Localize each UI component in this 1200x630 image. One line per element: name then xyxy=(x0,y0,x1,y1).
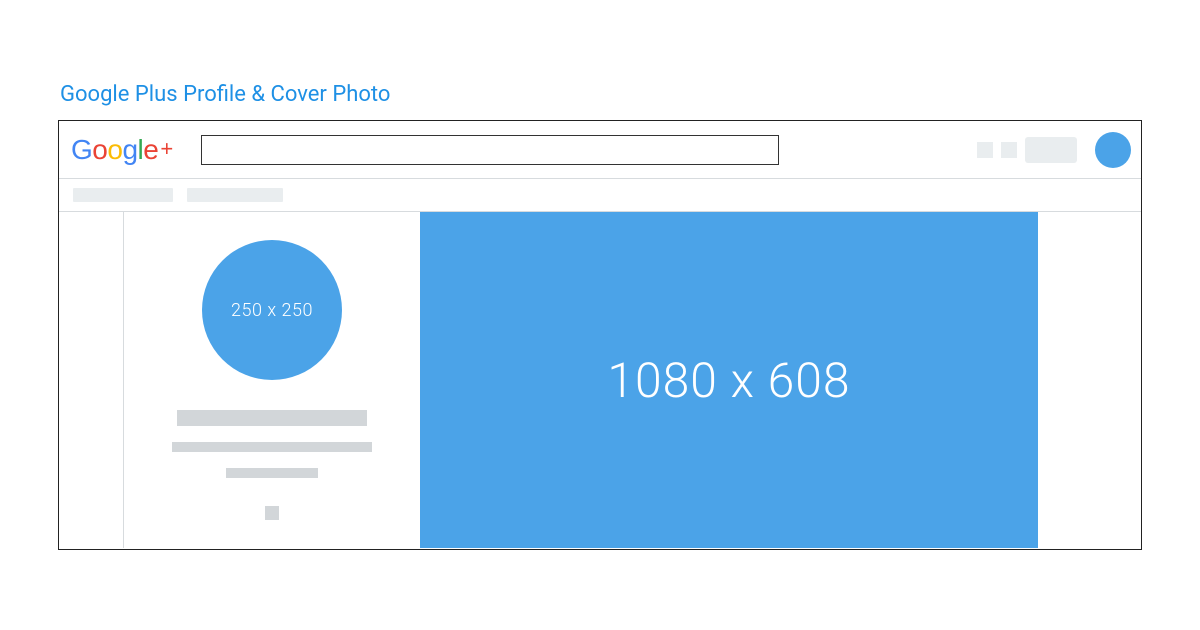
right-margin-column xyxy=(1038,212,1141,548)
cover-photo-placeholder: 1080 x 608 xyxy=(420,212,1038,548)
avatar[interactable] xyxy=(1095,132,1131,168)
tab-placeholder[interactable] xyxy=(73,188,173,202)
header-bar: Google+ xyxy=(59,121,1141,179)
meta-dot-icon xyxy=(265,506,279,520)
google-plus-logo: Google+ xyxy=(71,134,173,166)
profile-column: 250 x 250 xyxy=(124,212,420,548)
notifications-icon[interactable] xyxy=(1001,142,1017,158)
bio-line-placeholder xyxy=(172,442,372,452)
profile-dimension-label: 250 x 250 xyxy=(231,300,313,321)
cover-dimension-label: 1080 x 608 xyxy=(607,352,850,409)
tab-placeholder[interactable] xyxy=(187,188,283,202)
name-placeholder xyxy=(177,410,367,426)
search-input[interactable] xyxy=(201,135,779,165)
tabs-bar xyxy=(59,179,1141,212)
bio-line-placeholder xyxy=(226,468,318,478)
header-actions xyxy=(977,132,1131,168)
profile-text-placeholders xyxy=(172,410,372,520)
left-margin-column xyxy=(59,212,124,548)
share-button[interactable] xyxy=(1025,137,1077,163)
apps-icon[interactable] xyxy=(977,142,993,158)
profile-photo-placeholder: 250 x 250 xyxy=(202,240,342,380)
browser-mock-frame: Google+ 250 x 250 1080 x xyxy=(58,120,1142,550)
content-area: 250 x 250 1080 x 608 xyxy=(59,212,1141,548)
page-title: Google Plus Profile & Cover Photo xyxy=(60,82,390,107)
